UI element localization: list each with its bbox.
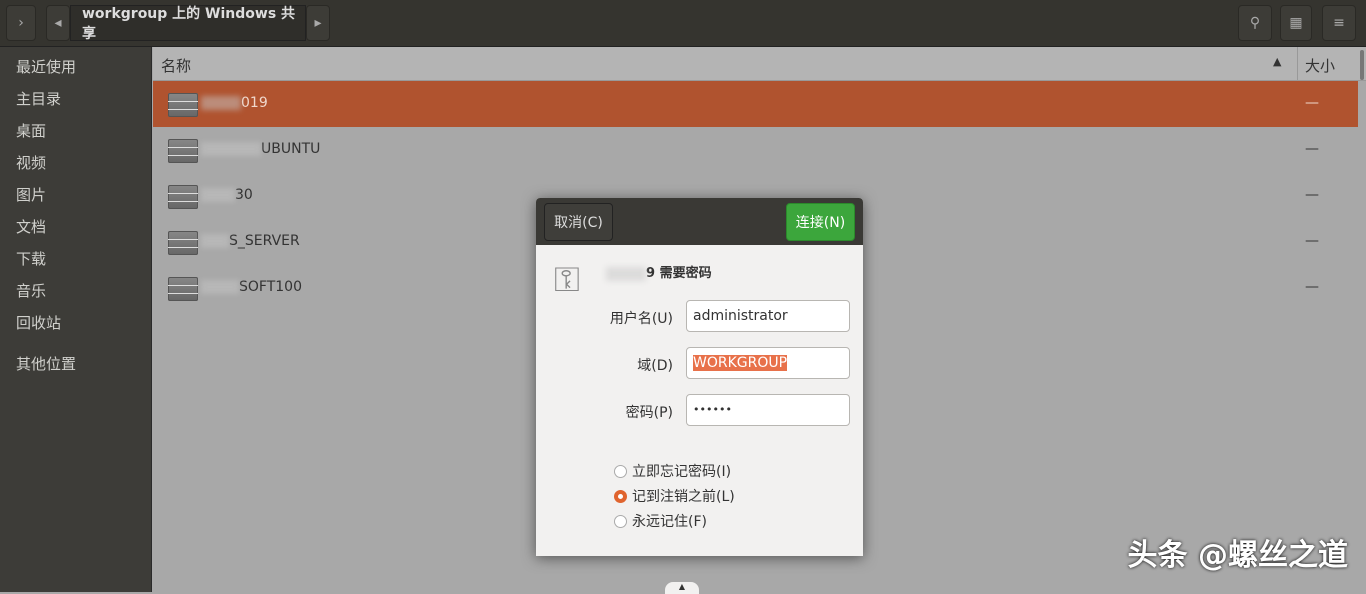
file-row[interactable]: 019 — — [153, 81, 1358, 127]
breadcrumb-right-arrow[interactable]: ▸ — [306, 5, 330, 41]
file-size: — — [1305, 187, 1319, 203]
radio-forget-immediately[interactable]: 立即忘记密码(I) — [614, 461, 731, 481]
username-input[interactable]: administrator — [686, 300, 850, 332]
search-icon[interactable]: ⚲ — [1238, 5, 1272, 41]
file-name: S_SERVER — [229, 233, 300, 249]
sidebar-item-other-locations[interactable]: 其他位置 — [0, 348, 151, 380]
file-size: — — [1305, 141, 1319, 157]
file-name: SOFT100 — [239, 279, 302, 295]
menu-icon[interactable]: ≡ — [1322, 5, 1356, 41]
server-icon — [168, 277, 198, 301]
dialog-header: 取消(C) 连接(N) — [536, 198, 863, 245]
sidebar-item-downloads[interactable]: 下载 — [0, 243, 151, 275]
file-row[interactable]: UBUNTU — — [153, 127, 1358, 173]
scrollbar[interactable] — [1360, 50, 1364, 80]
sort-ascending-icon: ▲ — [1273, 55, 1281, 68]
password-label: 密码(P) — [626, 402, 673, 422]
keys-icon: ⚿ — [554, 260, 580, 300]
breadcrumb[interactable]: workgroup 上的 Windows 共享 — [70, 5, 306, 41]
header-bar: › ◂ workgroup 上的 Windows 共享 ▸ ⚲ ▦ ≡ — [0, 0, 1366, 47]
column-size[interactable]: 大小 — [1305, 55, 1335, 76]
sidebar-item-documents[interactable]: 文档 — [0, 211, 151, 243]
grid-view-icon[interactable]: ▦ — [1280, 5, 1312, 41]
file-size: — — [1305, 279, 1319, 295]
sidebar-item-desktop[interactable]: 桌面 — [0, 115, 151, 147]
sidebar: 最近使用 主目录 桌面 视频 图片 文档 下载 音乐 回收站 其他位置 — [0, 47, 152, 592]
file-name: 30 — [235, 187, 253, 203]
connect-button[interactable]: 连接(N) — [786, 203, 855, 241]
column-name[interactable]: 名称 — [161, 55, 191, 76]
dialog-title: 9 需要密码 — [606, 262, 712, 281]
domain-label: 域(D) — [637, 355, 673, 375]
server-icon — [168, 185, 198, 209]
sidebar-item-trash[interactable]: 回收站 — [0, 307, 151, 339]
sidebar-item-videos[interactable]: 视频 — [0, 147, 151, 179]
password-input[interactable]: •••••• — [686, 394, 850, 426]
watermark: 头条 @螺丝之道 — [1128, 530, 1348, 574]
expand-arrow-icon[interactable]: ▲ — [665, 582, 699, 594]
sidebar-item-music[interactable]: 音乐 — [0, 275, 151, 307]
sidebar-toggle-button[interactable]: › — [6, 5, 36, 41]
file-name: 019 — [241, 95, 268, 111]
domain-input[interactable]: WORKGROUP — [686, 347, 850, 379]
password-dialog: 取消(C) 连接(N) ⚿ 9 需要密码 用户名(U) administrato… — [536, 198, 863, 556]
file-size: — — [1305, 233, 1319, 249]
radio-remember-until-logout[interactable]: 记到注销之前(L) — [614, 486, 735, 506]
domain-value: WORKGROUP — [693, 355, 787, 371]
sidebar-item-pictures[interactable]: 图片 — [0, 179, 151, 211]
radio-remember-forever[interactable]: 永远记住(F) — [614, 511, 707, 531]
file-size: — — [1305, 95, 1319, 111]
server-icon — [168, 231, 198, 255]
username-label: 用户名(U) — [610, 308, 673, 328]
server-icon — [168, 139, 198, 163]
cancel-button[interactable]: 取消(C) — [544, 203, 613, 241]
file-name: UBUNTU — [261, 141, 320, 157]
server-icon — [168, 93, 198, 117]
column-header: 名称 ▲ 大小 — [153, 47, 1366, 81]
breadcrumb-left-arrow[interactable]: ◂ — [46, 5, 70, 41]
sidebar-item-home[interactable]: 主目录 — [0, 83, 151, 115]
sidebar-item-recent[interactable]: 最近使用 — [0, 51, 151, 83]
